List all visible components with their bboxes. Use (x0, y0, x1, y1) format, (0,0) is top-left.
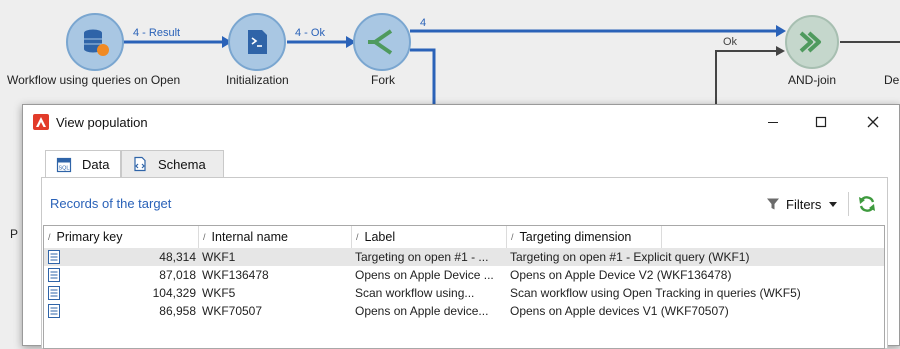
tab-data-label: Data (82, 157, 110, 172)
cell-targeting-dimension: Opens on Apple devices V1 (WKF70507) (510, 304, 729, 318)
panel-title: Records of the target (50, 196, 172, 211)
filter-icon (767, 198, 779, 210)
node-label-truncated: De (884, 73, 900, 87)
table-row[interactable]: 48,314 WKF1 Targeting on open #1 - ... T… (44, 248, 884, 266)
cell-internal-name: WKF136478 (202, 268, 269, 282)
filters-button[interactable]: Filters (766, 192, 838, 216)
cell-internal-name: WKF70507 (202, 304, 263, 318)
record-icon (48, 304, 60, 318)
script-icon (248, 30, 267, 54)
cell-label: Scan workflow using... (355, 286, 475, 300)
close-button[interactable] (853, 109, 893, 135)
minimize-button[interactable] (753, 109, 793, 135)
tab-data[interactable]: SQL Data (45, 150, 121, 178)
cell-targeting-dimension: Scan workflow using Open Tracking in que… (510, 286, 801, 300)
cell-internal-name: WKF5 (202, 286, 236, 300)
column-header-targeting-dimension[interactable]: / Targeting dimension (507, 226, 662, 248)
cell-primary-key: 86,958 (159, 304, 196, 318)
view-population-dialog: View population SQL Data Schema Records … (22, 104, 900, 349)
node-and-join[interactable] (785, 15, 839, 69)
chevron-down-icon (829, 202, 838, 207)
node-workflow-queries[interactable] (66, 13, 124, 71)
dialog-title: View population (56, 115, 148, 130)
cell-primary-key: 48,314 (159, 250, 196, 264)
transition-label-result: 4 - Result (133, 27, 181, 39)
node-label-and-join: AND-join (788, 73, 837, 87)
node-label-initialization: Initialization (226, 73, 289, 87)
node-label-fork: Fork (371, 73, 395, 87)
refresh-icon[interactable] (857, 194, 877, 214)
schema-icon (134, 156, 146, 172)
svg-text:SQL: SQL (58, 165, 69, 171)
cell-internal-name: WKF1 (202, 250, 236, 264)
cell-targeting-dimension: Opens on Apple Device V2 (WKF136478) (510, 268, 732, 282)
node-fork[interactable] (353, 13, 411, 71)
dialog-titlebar[interactable]: View population (23, 105, 899, 139)
maximize-button[interactable] (801, 109, 841, 135)
transition-fork-down[interactable] (410, 48, 436, 110)
record-icon (48, 268, 60, 282)
record-icon (48, 250, 60, 264)
table-row[interactable]: 104,329 WKF5 Scan workflow using... Scan… (44, 284, 884, 302)
column-header-primary-key[interactable]: / Primary key (44, 226, 199, 248)
cell-targeting-dimension: Targeting on open #1 - Explicit query (W… (510, 250, 750, 264)
table-row[interactable]: 86,958 WKF70507 Opens on Apple device...… (44, 302, 884, 320)
record-icon (48, 286, 60, 300)
node-initialization[interactable] (228, 13, 286, 71)
transition-label-ok: 4 - Ok (295, 27, 325, 39)
toolbar-separator (848, 192, 849, 216)
data-panel: Records of the target Filters / Primary k… (41, 177, 888, 349)
tab-schema-label: Schema (158, 156, 206, 172)
adobe-app-icon (33, 114, 49, 130)
minimize-icon (768, 122, 778, 123)
table-row[interactable]: 87,018 WKF136478 Opens on Apple Device .… (44, 266, 884, 284)
node-label-workflow-queries: Workflow using queries on Open (7, 73, 181, 87)
cell-label: Opens on Apple device... (355, 304, 489, 318)
canvas-stray-text: P (10, 227, 19, 241)
cell-label: Targeting on open #1 - ... (355, 250, 489, 264)
cell-primary-key: 104,329 (152, 286, 196, 300)
close-icon (867, 116, 879, 128)
cell-primary-key: 87,018 (159, 268, 196, 282)
filters-label: Filters (786, 196, 822, 212)
transition-label-ok-join: Ok (723, 36, 738, 48)
grid-header: / Primary key / Internal name / Label / Targ… (44, 226, 884, 248)
column-header-label[interactable]: / Label (352, 226, 507, 248)
records-grid[interactable]: / Primary key / Internal name / Label / Targ… (43, 225, 885, 349)
transition-label-count: 4 (420, 17, 427, 29)
column-header-internal-name[interactable]: / Internal name (199, 226, 352, 248)
sql-table-icon: SQL (56, 157, 72, 172)
transition-ok-join-arrow[interactable] (715, 46, 785, 110)
maximize-icon (815, 116, 827, 128)
cell-label: Opens on Apple Device ... (355, 268, 494, 282)
tab-schema[interactable]: Schema (121, 150, 224, 177)
